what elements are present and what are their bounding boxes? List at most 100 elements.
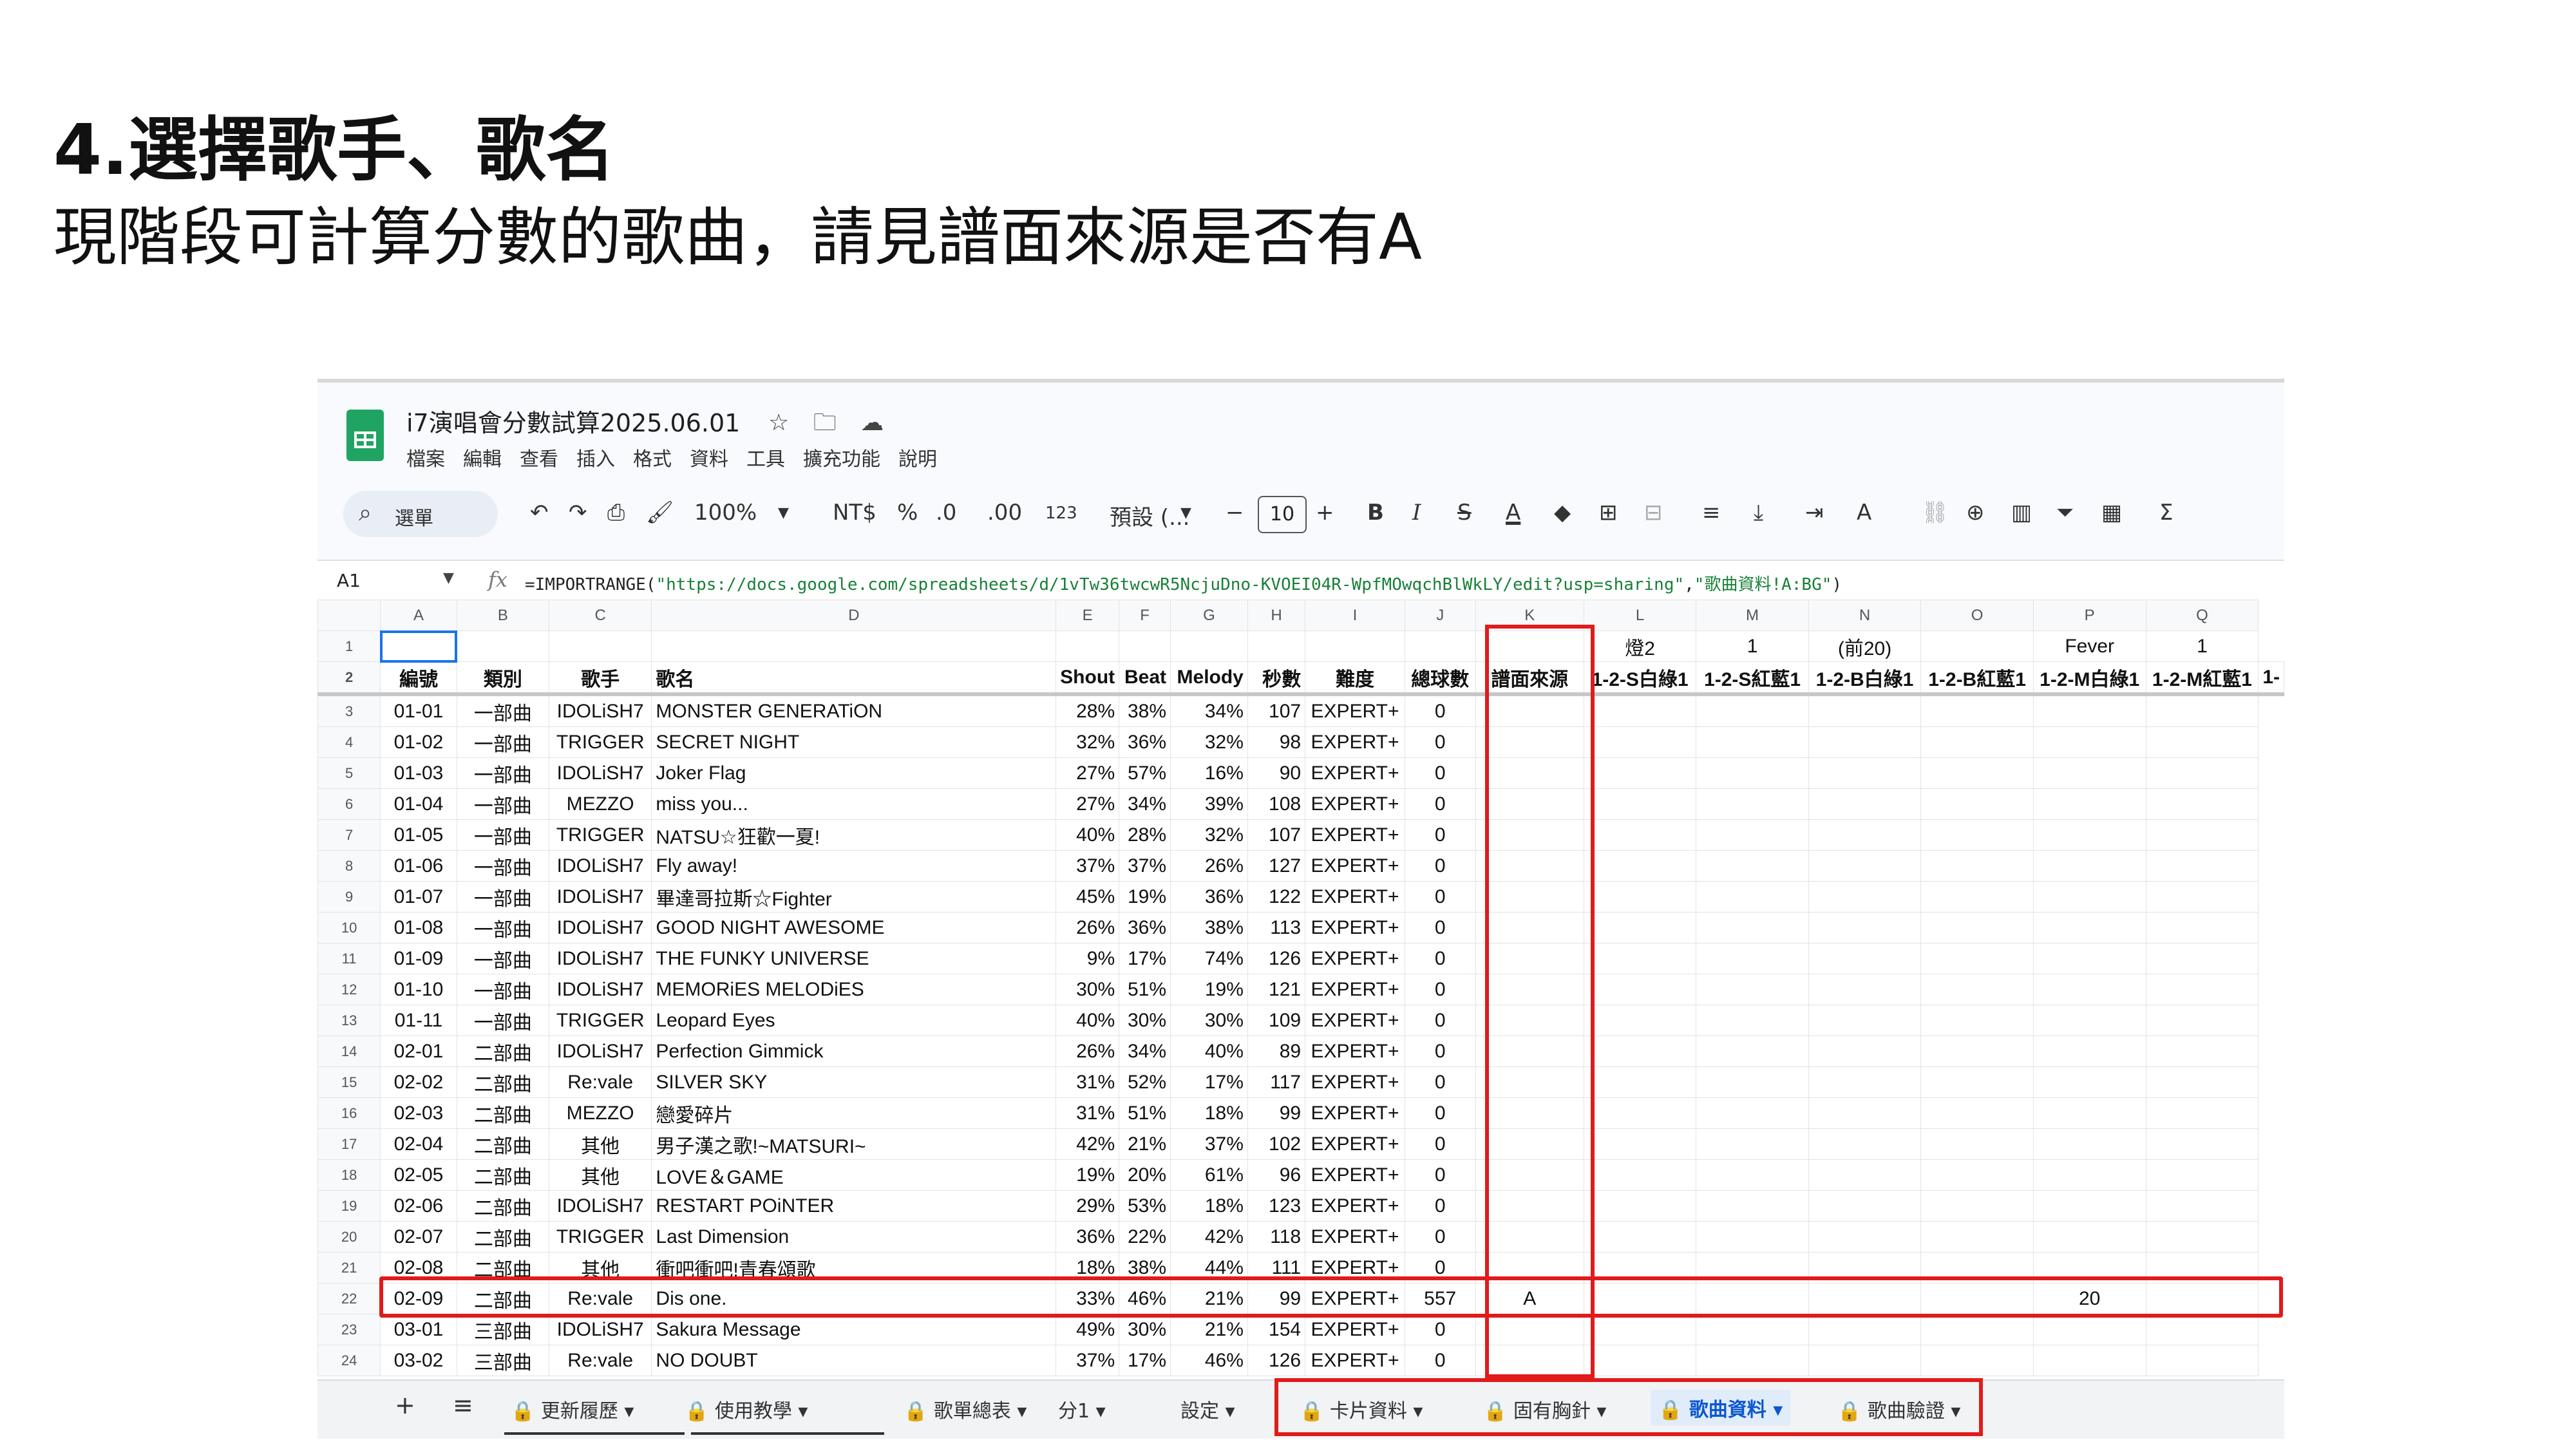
table-cell[interactable] [2032,1097,2146,1129]
table-cell[interactable]: 01-11 [380,1005,457,1036]
table-cell[interactable]: 三部曲 [456,1314,549,1345]
row-header[interactable]: 21 [317,1252,381,1283]
table-cell[interactable]: TRIGGER [548,1005,652,1036]
table-cell[interactable]: 31% [1056,1066,1120,1098]
table-cell[interactable] [1808,819,1922,851]
table-cell[interactable] [2145,1097,2259,1129]
table-cell[interactable]: Joker Flag [651,757,1057,789]
table-cell[interactable]: 42% [1056,1128,1120,1160]
row-header[interactable]: 5 [317,757,381,789]
table-cell[interactable]: 18% [1170,1190,1248,1222]
table-cell[interactable] [1583,974,1697,1005]
font-select[interactable]: 預設 (... [1110,500,1190,531]
more-formats-button[interactable]: 123 [1045,504,1077,523]
table-cell[interactable] [1404,630,1476,662]
table-cell[interactable]: 總球數 [1404,661,1476,696]
table-cell[interactable] [1583,1190,1697,1222]
table-cell[interactable]: 1-2-S紅藍1 [1696,661,1809,696]
table-cell[interactable]: 37% [1056,1345,1120,1376]
table-cell[interactable]: MEMORiES MELODiES [651,974,1057,1005]
table-cell[interactable]: Fever [2032,630,2146,662]
table-cell[interactable]: 37% [1170,1128,1248,1160]
table-cell[interactable] [1583,1066,1697,1098]
table-cell[interactable] [1583,1221,1697,1253]
chevron-down-icon[interactable]: ▼ [1180,505,1191,521]
table-cell[interactable]: 0 [1404,788,1476,820]
table-cell[interactable] [1920,850,2034,882]
table-cell[interactable]: 難度 [1305,661,1405,696]
insert-link-icon[interactable]: ⛓ [1921,500,1949,526]
table-cell[interactable]: 0 [1404,850,1476,882]
table-cell[interactable]: 26% [1056,912,1120,943]
table-cell[interactable]: 0 [1404,1097,1476,1129]
table-cell[interactable]: 46% [1170,1345,1248,1376]
table-cell[interactable] [1583,1005,1697,1036]
table-cell[interactable]: 52% [1119,1066,1171,1098]
table-cell[interactable]: 01-10 [380,974,457,1005]
italic-button[interactable]: I [1412,500,1421,526]
table-cell[interactable]: 19% [1119,881,1171,913]
star-icon[interactable]: ☆ [768,410,789,436]
table-cell[interactable]: EXPERT+ [1305,1314,1405,1345]
table-cell[interactable] [2032,1128,2146,1160]
table-cell[interactable]: 53% [1119,1190,1171,1222]
table-cell[interactable] [1583,1128,1697,1160]
table-cell[interactable]: EXPERT+ [1305,788,1405,820]
table-cell[interactable]: 0 [1404,1159,1476,1191]
table-cell[interactable]: 117 [1247,1066,1306,1098]
table-cell[interactable]: 27% [1056,788,1120,820]
redo-icon[interactable]: ↷ [569,500,587,526]
add-sheet-icon[interactable]: + [395,1391,415,1419]
table-cell[interactable] [1696,694,1809,727]
table-cell[interactable]: 17% [1119,1345,1171,1376]
table-cell[interactable]: 37% [1119,850,1171,882]
table-cell[interactable]: 二部曲 [456,1128,549,1160]
table-cell[interactable]: 一部曲 [456,694,549,727]
column-header[interactable]: P [2032,600,2146,631]
table-cell[interactable] [1583,819,1697,851]
table-cell[interactable]: 40% [1056,1005,1120,1036]
column-header[interactable]: N [1808,600,1922,631]
chevron-down-icon[interactable]: ▼ [443,570,454,586]
table-cell[interactable]: 37% [1056,850,1120,882]
table-cell[interactable] [1920,630,2034,662]
table-cell[interactable]: 107 [1247,694,1306,727]
table-cell[interactable]: 01-05 [380,819,457,851]
table-cell[interactable] [1583,1036,1697,1067]
table-cell[interactable] [1583,1314,1697,1345]
table-cell[interactable] [1808,1190,1922,1222]
decrease-decimal-button[interactable]: .0 [936,500,956,526]
table-cell[interactable]: 01-07 [380,881,457,913]
table-cell[interactable] [1583,757,1697,789]
table-cell[interactable] [2145,788,2259,820]
table-cell[interactable]: 一部曲 [456,943,549,974]
table-cell[interactable]: 17% [1119,943,1171,974]
menu-item[interactable]: 檔案 [406,448,445,471]
table-cell[interactable] [1920,726,2034,758]
table-cell[interactable]: 127 [1247,850,1306,882]
table-cell[interactable]: 一部曲 [456,788,549,820]
table-cell[interactable]: 30% [1056,974,1120,1005]
table-cell[interactable]: 01-01 [380,694,457,727]
table-cell[interactable] [1808,1036,1922,1067]
column-header[interactable]: Q [2145,600,2259,631]
table-cell[interactable]: 28% [1119,819,1171,851]
table-cell[interactable]: 40% [1170,1036,1248,1067]
table-cell[interactable]: TRIGGER [548,726,652,758]
table-cell[interactable] [1920,1221,2034,1253]
row-header[interactable]: 17 [317,1128,381,1160]
table-cell[interactable]: GOOD NIGHT AWESOME [651,912,1057,943]
bold-button[interactable]: B [1367,500,1384,526]
table-cell[interactable]: 其他 [548,1128,652,1160]
table-cell[interactable]: SILVER SKY [651,1066,1057,1098]
increase-font-size-button[interactable]: + [1316,500,1334,526]
row-header[interactable]: 13 [317,1005,381,1036]
fill-color-icon[interactable]: ◆ [1554,500,1571,526]
table-cell[interactable]: 01-02 [380,726,457,758]
table-cell[interactable]: 21% [1170,1314,1248,1345]
chevron-down-icon[interactable]: ▾ [1090,1400,1106,1423]
table-cell[interactable]: 其他 [548,1159,652,1191]
table-cell[interactable]: 74% [1170,943,1248,974]
table-cell[interactable] [1170,630,1248,662]
table-cell[interactable]: Beat [1119,661,1171,696]
